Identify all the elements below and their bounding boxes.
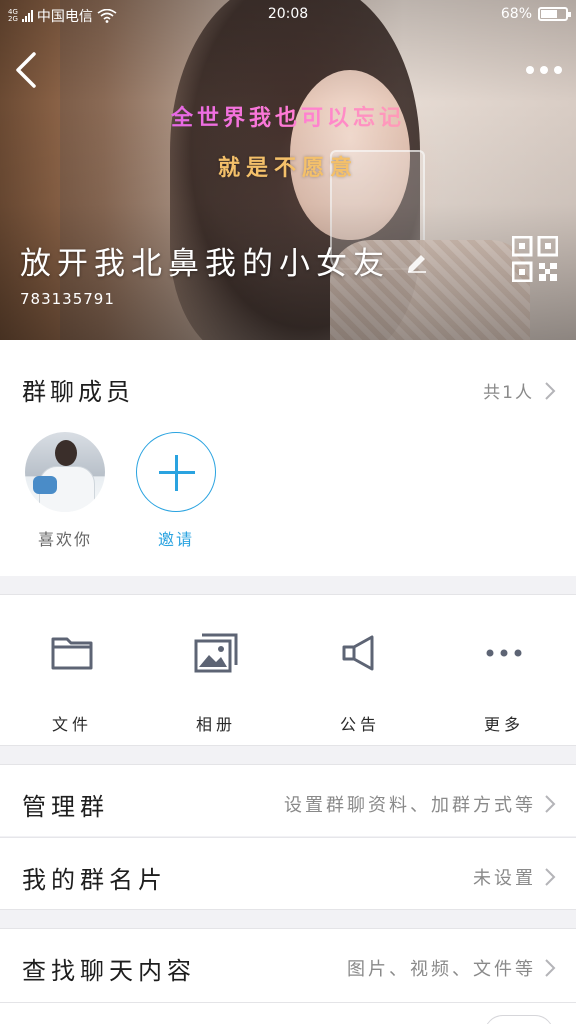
group-id: 783135791 [20, 290, 115, 308]
back-arrow-icon[interactable] [12, 48, 42, 92]
search-chat-history-row[interactable]: 查找聊天内容 图片、视频、文件等 [0, 928, 576, 1002]
row-value-block: 设置群聊资料、加群方式等 [284, 791, 556, 817]
row-title: 我的群名片 [22, 866, 167, 894]
more-dots-icon [486, 649, 522, 657]
partial-toggle-row [0, 1002, 576, 1024]
manage-group-row[interactable]: 管理群 设置群聊资料、加群方式等 [0, 764, 576, 836]
chevron-right-icon [545, 795, 556, 813]
group-tools-section: 文件 相册 公告 更多 [0, 594, 576, 746]
more-dot [554, 66, 562, 74]
chevron-right-icon [545, 381, 556, 400]
pencil-icon[interactable] [404, 248, 430, 274]
more-dot [526, 66, 534, 74]
group-name-row[interactable]: 放开我北鼻我的小女友 [20, 238, 430, 283]
tool-label: 文件 [51, 715, 92, 734]
my-group-card-row[interactable]: 我的群名片 未设置 [0, 837, 576, 910]
tool-album[interactable]: 相册 [144, 633, 288, 735]
members-section: 群聊成员 共1人 喜欢你 邀请 [0, 340, 576, 576]
status-bar: 4G 2G 中国电信 20:08 68% [0, 0, 576, 30]
cover-lyric-line1: 全世界我也可以忘记 [0, 100, 576, 132]
row-value: 未设置 [473, 868, 536, 889]
row-title: 查找聊天内容 [22, 957, 196, 985]
members-title: 群聊成员 [22, 378, 134, 406]
members-count-link[interactable]: 共1人 [483, 378, 556, 403]
chevron-right-icon [545, 868, 556, 886]
tool-label: 更多 [483, 715, 524, 734]
qr-code-icon[interactable] [512, 236, 558, 282]
member-item[interactable]: 喜欢你 [20, 432, 110, 550]
more-options-button[interactable] [524, 60, 564, 80]
group-cover-photo[interactable]: 4G 2G 中国电信 20:08 68% 全世界我也可以忘记 就是不愿意 放开我… [0, 0, 576, 340]
chevron-right-icon [545, 959, 556, 977]
invite-label: 邀请 [157, 530, 194, 549]
members-count: 共1人 [483, 383, 534, 403]
clock: 20:08 [267, 6, 309, 22]
tool-label: 公告 [339, 715, 380, 734]
row-value-block: 图片、视频、文件等 [347, 955, 556, 981]
row-title: 管理群 [22, 793, 109, 821]
cover-lyric-line2: 就是不愿意 [217, 156, 358, 181]
member-name: 喜欢你 [37, 530, 92, 549]
group-name: 放开我北鼻我的小女友 [20, 246, 390, 282]
row-value: 设置群聊资料、加群方式等 [284, 795, 536, 816]
battery-percent: 68% [500, 6, 532, 22]
avatar [25, 432, 105, 512]
megaphone-icon [342, 635, 374, 671]
row-value-block: 未设置 [473, 864, 556, 890]
photo-album-icon [194, 633, 238, 673]
tool-more[interactable]: 更多 [432, 633, 576, 735]
plus-icon [136, 432, 216, 512]
battery-icon [538, 7, 571, 21]
toggle-switch[interactable] [484, 1015, 554, 1024]
more-dot [540, 66, 548, 74]
row-value: 图片、视频、文件等 [347, 959, 536, 980]
battery-block: 68% [500, 6, 571, 22]
folder-icon [51, 637, 93, 670]
invite-member-button[interactable]: 邀请 [131, 432, 221, 550]
tool-announcement[interactable]: 公告 [288, 633, 432, 735]
tool-files[interactable]: 文件 [0, 633, 144, 735]
tool-label: 相册 [195, 715, 236, 734]
